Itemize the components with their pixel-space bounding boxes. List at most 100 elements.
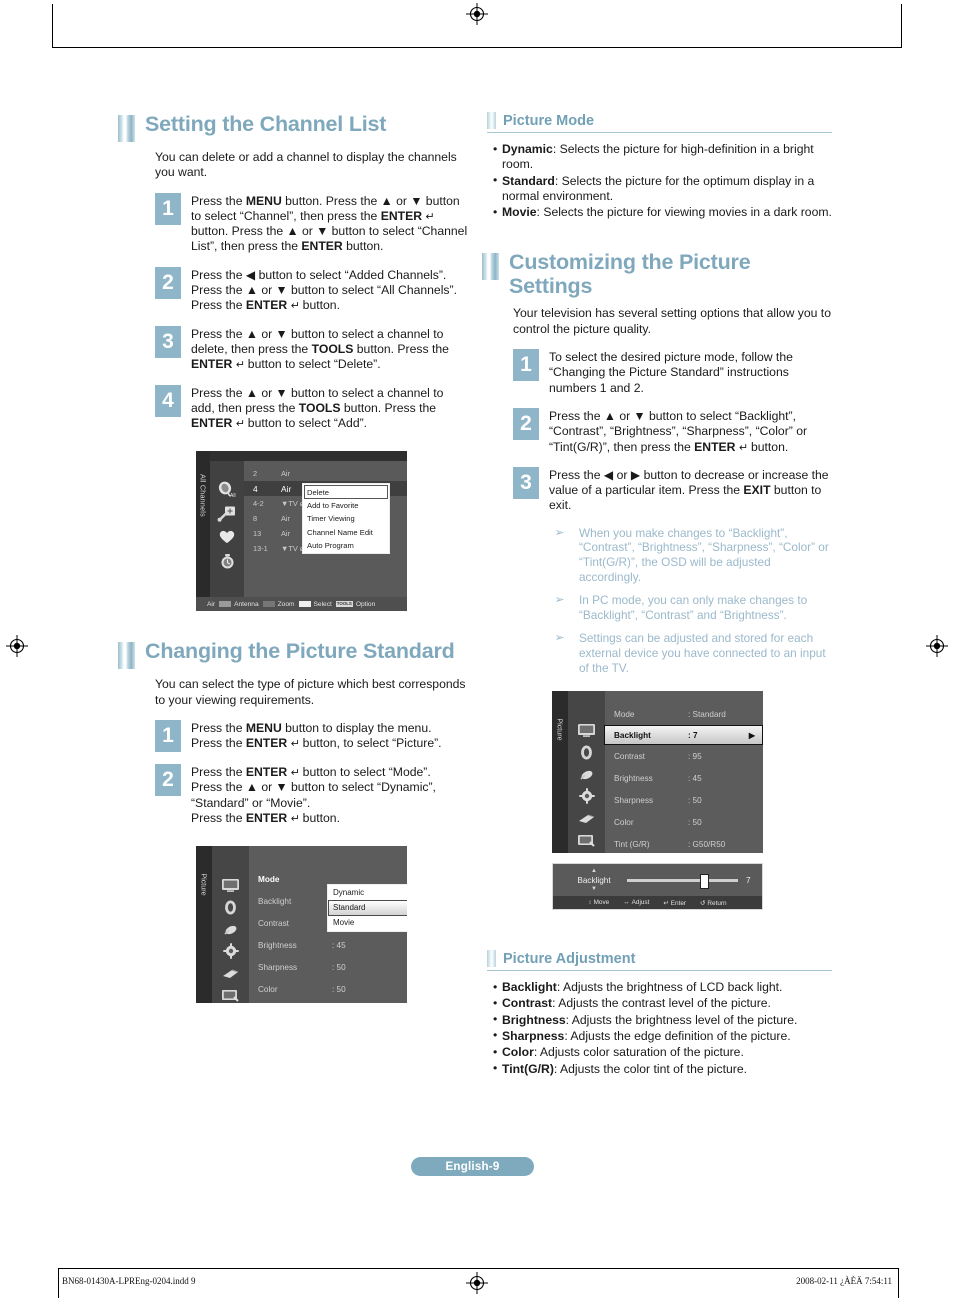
picture-adjustment-bullets: Backlight: Adjusts the brightness of LCD…	[493, 980, 832, 1077]
step-number: 2	[513, 407, 539, 440]
bullet-item: Brightness: Adjusts the brightness level…	[493, 1012, 832, 1028]
chevron-right-icon: ▶	[748, 730, 755, 740]
osd-icon-rail	[568, 691, 605, 854]
step-text: To select the desired picture mode, foll…	[549, 350, 793, 395]
slider-key-legend: ↕ Move ↔ Adjust ↵ Enter ↺ Return	[553, 896, 762, 910]
note-item: Settings can be adjusted and stored for …	[555, 631, 832, 675]
context-menu-item[interactable]: Channel Name Edit	[304, 526, 388, 539]
osd-menu-row[interactable]: Contrast: 95	[605, 745, 763, 767]
bullet-term: Dynamic	[502, 142, 553, 156]
heading-customizing-the-picture-settings: Customizing the Picture Settings	[482, 250, 832, 298]
osd-menu-row[interactable]: Brightness: 45	[249, 934, 407, 956]
step-number: 3	[513, 466, 539, 499]
context-menu-item[interactable]: Add to Favorite	[304, 499, 388, 512]
bullet-term: Backlight	[502, 980, 557, 995]
page-number-badge: English-9	[411, 1157, 534, 1176]
osd-channel-list: All Channels All 2 Air 4 Air 4-2 ▼TV ø8 …	[196, 451, 407, 612]
channel-number: 4	[253, 483, 258, 494]
settings-gear-icon	[212, 940, 249, 962]
step-item: 3 Press the ◀ or ▶ button to decrease or …	[513, 466, 832, 514]
brightness-hand-icon	[212, 918, 249, 940]
step-number: 2	[155, 266, 181, 299]
osd-row-value: : 45	[332, 940, 346, 950]
osd-row-value: : 50	[688, 817, 702, 827]
osd-picture-menu-mode: Picture Mode Backlight Contrast Brightne…	[196, 846, 407, 1004]
osd-row-label: Contrast	[614, 751, 645, 761]
channel-number: 2	[253, 469, 258, 479]
bullet-term: Standard	[502, 173, 555, 188]
caret-down-icon: ▼	[591, 885, 597, 892]
dropdown-option[interactable]: Movie	[328, 916, 407, 931]
footer-tick-right	[898, 1268, 899, 1298]
bullet-term: Movie	[502, 205, 537, 220]
channel-number: 13-1	[253, 544, 268, 554]
osd-menu-row[interactable]: Backlight: 7 ▶	[604, 725, 763, 746]
section-title: Customizing the Picture Settings	[509, 250, 751, 299]
step-text: Press the MENU button to display the men…	[191, 721, 442, 751]
osd-row-label: Tint (G/R)	[614, 839, 650, 849]
crop-mark-top-left	[52, 4, 53, 48]
osd-side-label: Picture	[199, 873, 209, 896]
step-item: 4 Press the ▲ or ▼ button to select a cha…	[155, 384, 468, 432]
context-menu-item[interactable]: Timer Viewing	[304, 512, 388, 525]
heading-marker-icon	[118, 642, 135, 670]
dropdown-option[interactable]: Standard	[328, 900, 407, 916]
context-menu-item[interactable]: Delete	[304, 485, 388, 499]
slider-key-item: ↕ Move	[588, 899, 610, 907]
section-title: Setting the Channel List	[145, 112, 387, 136]
slider-track[interactable]	[627, 873, 738, 889]
osd-channel-row[interactable]: 2 Air	[244, 466, 407, 481]
footer-timestamp: 2008-02-11 ¿ÀÈÄ 7:54:11	[796, 1276, 892, 1286]
subheading-picture-mode: Picture Mode	[487, 112, 832, 133]
channel-type: Air	[281, 469, 291, 479]
footer-rule	[58, 1268, 898, 1269]
step-text: Press the ◀ button to select “Added Chan…	[191, 267, 457, 313]
key-legend-item: Select	[298, 601, 332, 608]
osd-row-value: : G50/R50	[688, 839, 726, 849]
osd-side-label: Picture	[555, 718, 565, 741]
bullet-term: Sharpness	[502, 1028, 565, 1043]
step-item: 2 Press the ◀ button to select “Added Cha…	[155, 266, 468, 314]
slider-label: Backlight	[577, 875, 611, 885]
subheading-picture-adjustment: Picture Adjustment	[487, 950, 832, 972]
channel-number: 4-2	[253, 499, 264, 509]
channel-number: 13	[253, 529, 262, 539]
osd-menu-row[interactable]: Color: 50	[249, 978, 407, 1000]
osd-menu-row[interactable]: Tint (G/R) : G50/R50	[605, 833, 763, 853]
step-item: 2 Press the ENTER ↵ button to select “Mod…	[155, 764, 468, 826]
slider-key-item: ↺ Return	[700, 899, 727, 907]
osd-context-menu[interactable]: Delete Add to Favorite Timer Viewing Channe…	[302, 483, 390, 555]
osd-side-rail: Picture	[196, 846, 212, 1004]
settings-gear-icon	[568, 785, 605, 807]
bullet-item: Tint(G/R): Adjusts the color tint of the…	[493, 1061, 832, 1077]
detailed-settings-icon	[212, 984, 249, 1003]
bullet-item: Movie: Selects the picture for viewing m…	[493, 205, 832, 221]
osd-menu-row[interactable]: Brightness: 45	[605, 767, 763, 789]
slider-key-item: ↵ Enter	[663, 899, 687, 907]
osd-row-label: Contrast	[258, 918, 289, 928]
osd-backlight-slider: ▲ Backlight ▼ 7 ↕ Move ↔ Adjust ↵ Enter ↺ Retur…	[552, 863, 763, 911]
osd-menu-row[interactable]: Sharpness: 50	[249, 956, 407, 978]
color-brush-icon	[212, 962, 249, 984]
tools-key-chip: TOOLS	[335, 601, 353, 608]
color-key-chip	[262, 601, 275, 608]
osd-menu-row[interactable]: Tint (G/R): G50/R50	[249, 1000, 407, 1003]
context-menu-item[interactable]: Auto Program	[304, 539, 388, 552]
osd-menu-row[interactable]: Color: 50	[605, 811, 763, 833]
manual-page: Setting the Channel List You can delete …	[0, 0, 954, 1300]
step-text: Press the MENU button. Press the ▲ or ▼ …	[191, 193, 468, 254]
dropdown-option[interactable]: Dynamic	[328, 885, 407, 900]
step-number: 1	[513, 349, 539, 382]
right-column: Picture Mode Dynamic: Selects the pictur…	[482, 112, 832, 1078]
registration-mark-top	[466, 3, 488, 25]
osd-mode-dropdown[interactable]: Dynamic Standard Movie	[327, 884, 407, 932]
osd-menu-row[interactable]: Mode: Standard	[605, 703, 763, 725]
picture-mode-bullets: Dynamic: Selects the picture for high-de…	[493, 142, 832, 221]
osd-menu-row[interactable]: Sharpness: 50	[605, 789, 763, 811]
osd-row-value: : 50	[332, 962, 346, 972]
registration-mark-bottom	[466, 1272, 488, 1294]
step-number: 2	[155, 764, 181, 797]
rule-top	[52, 47, 902, 48]
slider-knob[interactable]	[700, 873, 710, 889]
bullet-item: Dynamic: Selects the picture for high-de…	[493, 142, 832, 173]
